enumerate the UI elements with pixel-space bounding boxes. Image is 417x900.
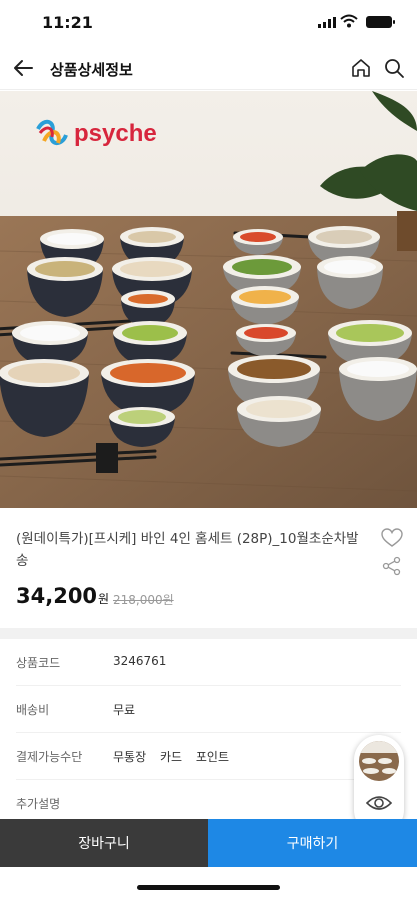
- product-hero-image[interactable]: psyche: [0, 91, 417, 508]
- spec-value: 3246761: [113, 654, 167, 668]
- product-info: (원데이특가)[프시케] 바인 4인 홈세트 (28P)_10월초순차발송 34…: [0, 508, 417, 628]
- payment-method: 무통장: [113, 750, 147, 764]
- heart-icon[interactable]: [381, 528, 403, 548]
- home-icon[interactable]: [350, 57, 372, 79]
- payment-method: 카드: [159, 750, 183, 764]
- battery-icon: [366, 16, 395, 28]
- page-title: 상품상세정보: [50, 61, 133, 79]
- back-arrow-icon[interactable]: [12, 56, 36, 80]
- buy-now-button[interactable]: 구매하기: [208, 819, 417, 867]
- eye-icon[interactable]: [366, 793, 392, 813]
- sale-price-value: 34,200: [16, 584, 98, 608]
- spec-label: 추가설명: [16, 797, 61, 811]
- product-name: (원데이특가)[프시케] 바인 4인 홈세트 (28P)_10월초순차발송: [16, 531, 359, 569]
- price-unit: 원: [98, 592, 110, 606]
- share-icon[interactable]: [382, 556, 402, 576]
- spec-label: 상품코드: [16, 656, 61, 670]
- add-to-cart-button[interactable]: 장바구니: [0, 819, 208, 867]
- app-header: 상품상세정보: [0, 46, 417, 90]
- spec-value: 무료: [113, 703, 136, 717]
- original-price: 218,000원: [113, 593, 174, 607]
- spec-label: 결제가능수단: [16, 750, 83, 764]
- status-time: 11:21: [42, 13, 93, 32]
- home-indicator[interactable]: [137, 885, 280, 890]
- payment-method: 포인트: [195, 750, 229, 764]
- sale-price: 34,200원: [16, 584, 109, 608]
- spec-row-product-code: 상품코드 3246761: [16, 639, 401, 686]
- spec-value-list: 무통장 카드 포인트: [113, 748, 239, 765]
- cellular-signal-icon: [318, 17, 336, 28]
- spec-label: 배송비: [16, 703, 50, 717]
- wifi-icon: [340, 14, 358, 28]
- status-bar: 11:21: [0, 0, 417, 44]
- svg-text:psyche: psyche: [74, 120, 157, 147]
- bottom-action-bar: 장바구니 구매하기: [0, 819, 417, 867]
- recent-product-thumbnail[interactable]: [359, 741, 399, 781]
- spec-row-shipping: 배송비 무료: [16, 686, 401, 733]
- section-divider: [0, 628, 417, 639]
- spec-row-payment: 결제가능수단 무통장 카드 포인트: [16, 733, 401, 780]
- search-icon[interactable]: [383, 57, 405, 79]
